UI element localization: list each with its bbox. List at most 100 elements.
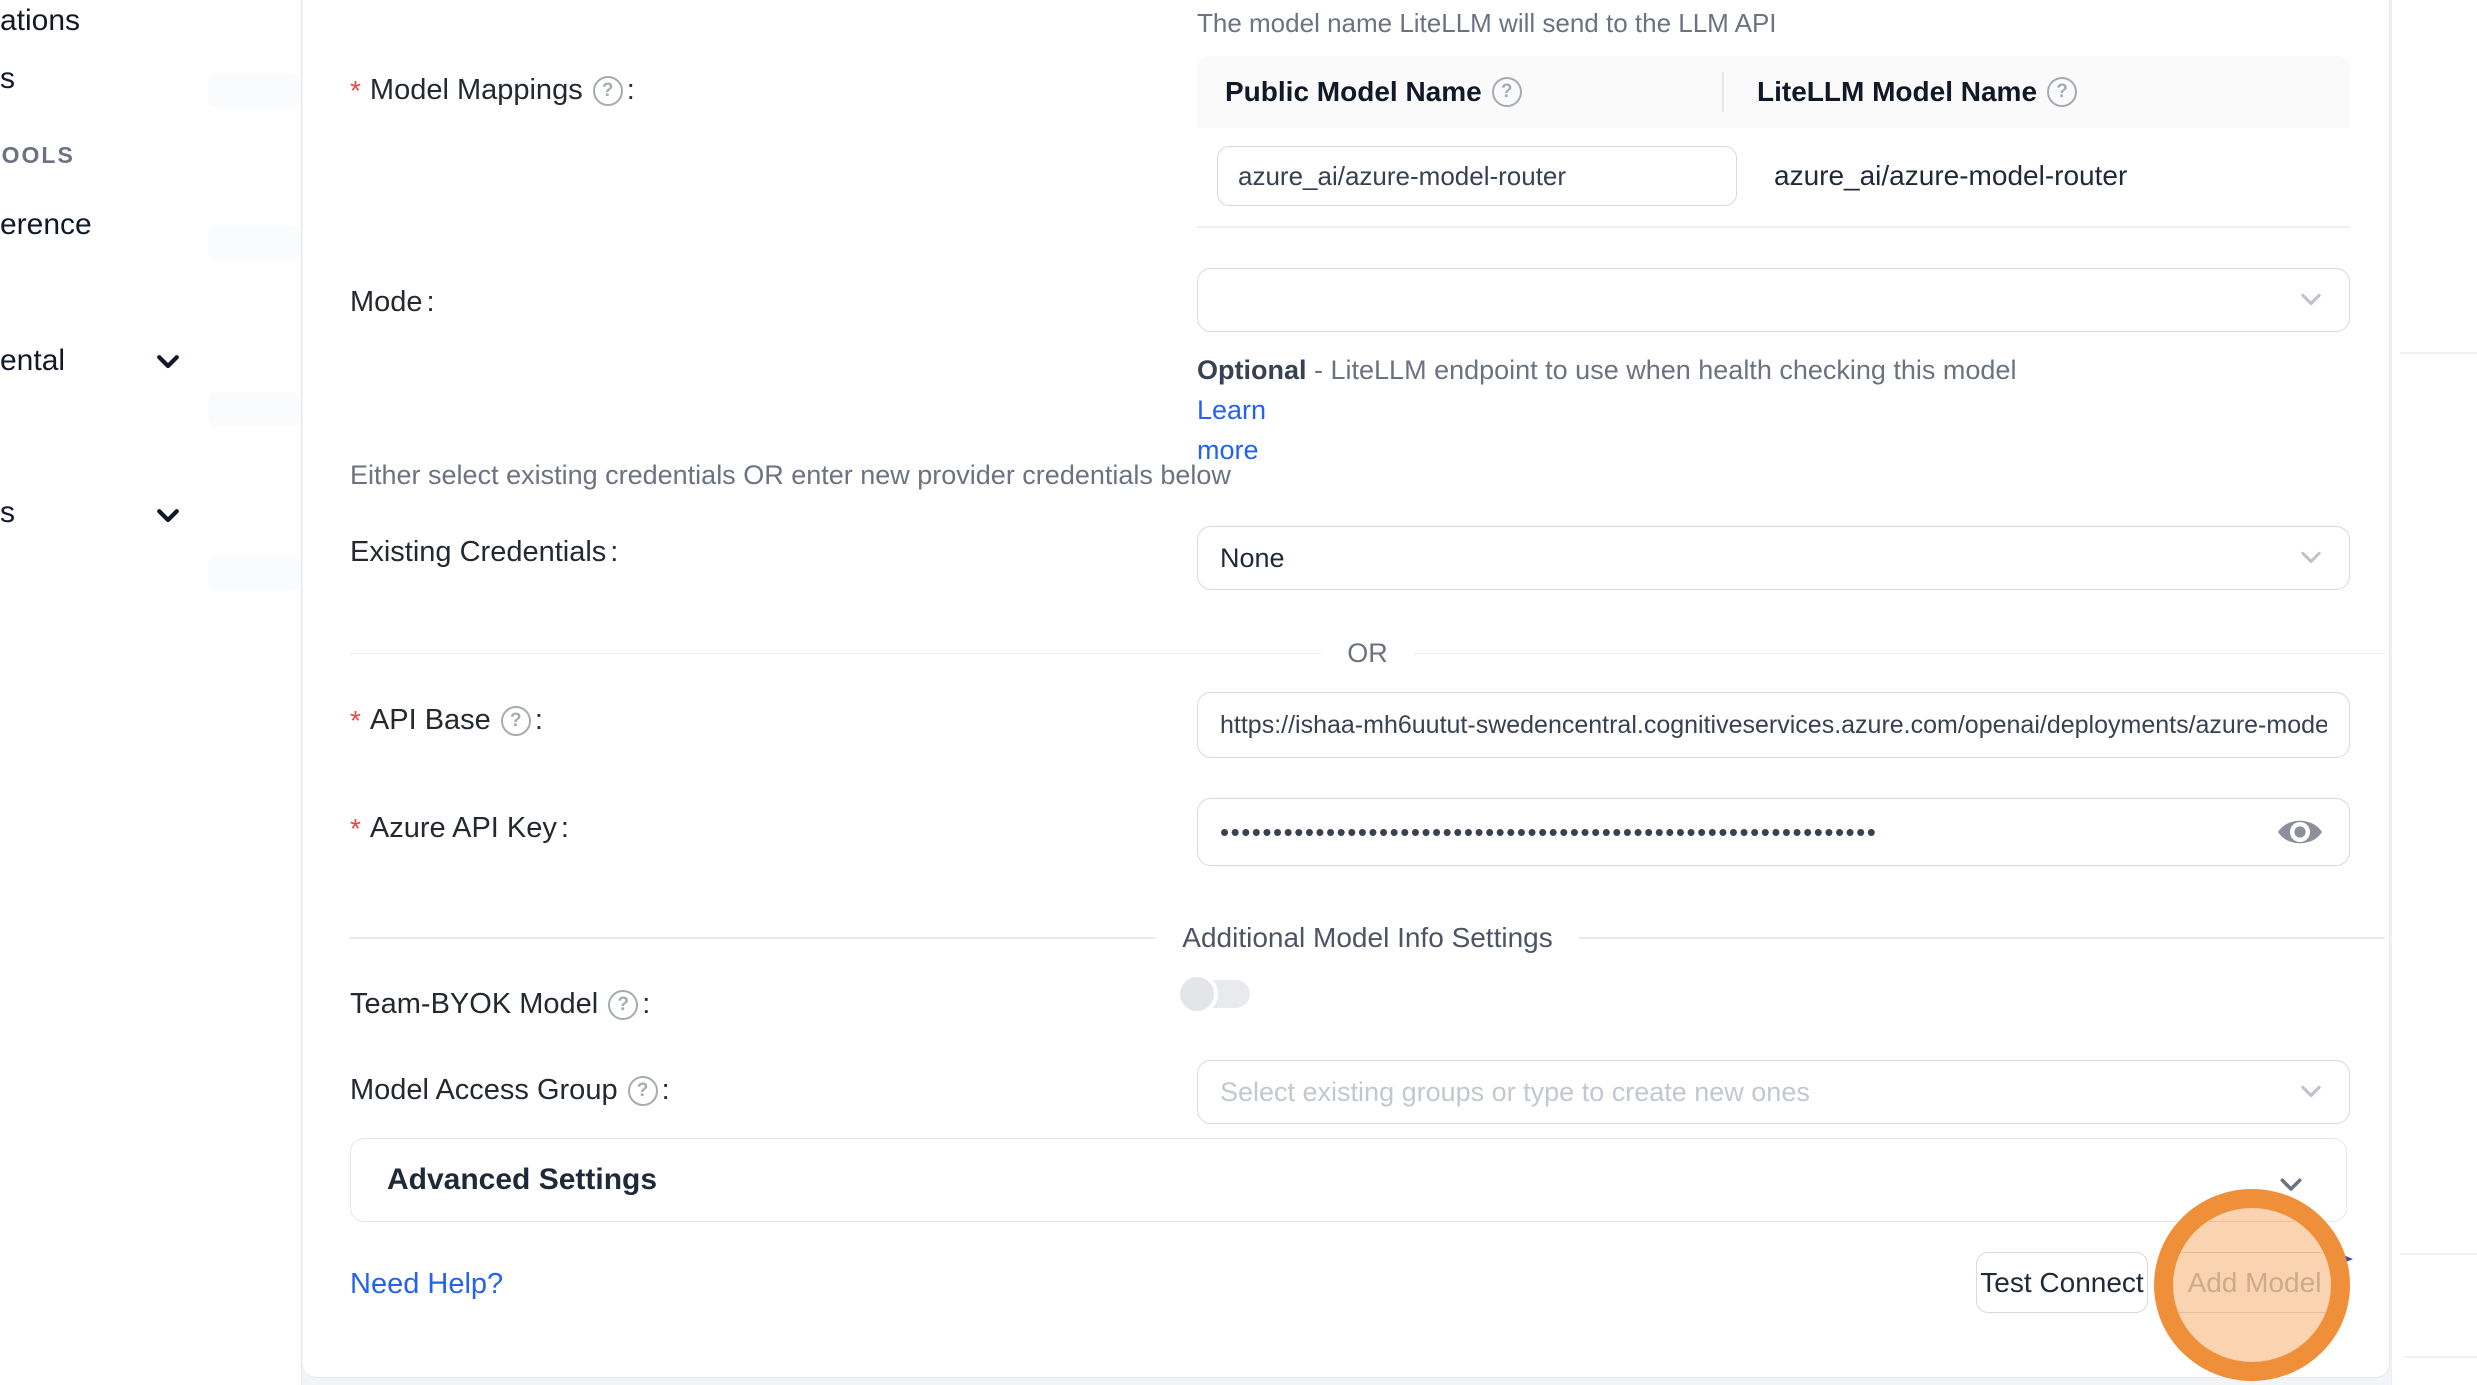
azure-api-key-label-text: Azure API Key xyxy=(370,812,557,845)
divider-line xyxy=(350,653,1321,655)
model-mappings-label: * Model Mappings ? : xyxy=(350,74,635,107)
help-glyph: ? xyxy=(2056,81,2068,103)
label-colon: : xyxy=(427,286,435,319)
sidebar-item-label: s xyxy=(0,496,15,529)
masked-api-key-value: ••••••••••••••••••••••••••••••••••••••••… xyxy=(1220,817,2200,848)
required-asterisk: * xyxy=(350,705,361,737)
or-divider-text: OR xyxy=(1321,638,1414,669)
litellm-model-name-value: azure_ai/azure-model-router xyxy=(1774,146,2127,206)
sidebar-item-keys[interactable]: s xyxy=(0,62,15,96)
team-byok-label: Team-BYOK Model ? : xyxy=(350,988,650,1021)
credentials-note: Either select existing credentials OR en… xyxy=(350,460,1231,491)
api-base-label: * API Base ? : xyxy=(350,704,543,737)
sidebar-item-label: s xyxy=(0,62,15,95)
label-colon: : xyxy=(627,74,635,107)
additional-info-divider: Additional Model Info Settings xyxy=(350,922,2385,954)
help-glyph: ? xyxy=(637,1080,649,1102)
label-colon: : xyxy=(642,988,650,1021)
existing-credentials-label: Existing Credentials : xyxy=(350,536,618,569)
required-asterisk: * xyxy=(350,75,361,107)
sidebar-item-organizations[interactable]: ations xyxy=(0,4,80,38)
divider-line xyxy=(1414,653,2385,655)
column-divider xyxy=(1722,72,1724,112)
chevron-down-icon[interactable] xyxy=(153,346,183,376)
divider-line xyxy=(1579,937,2385,939)
toggle-knob xyxy=(1180,977,1214,1011)
learn-more-link[interactable]: Learn xyxy=(1197,395,1266,425)
additional-info-divider-text: Additional Model Info Settings xyxy=(1156,922,1578,954)
help-icon[interactable]: ? xyxy=(593,76,623,106)
table-header-row: Public Model Name ? LiteLLM Model Name ? xyxy=(1197,56,2350,128)
sidebar: ations s TOOLS erence ental s xyxy=(0,0,302,1385)
label-colon: : xyxy=(535,704,543,737)
api-base-input[interactable] xyxy=(1220,711,2327,740)
existing-credentials-select[interactable]: None xyxy=(1197,526,2350,590)
click-highlight-circle xyxy=(2154,1189,2350,1381)
test-connect-button[interactable]: Test Connect xyxy=(1976,1252,2148,1313)
need-help-link[interactable]: Need Help? xyxy=(350,1268,503,1301)
api-base-input-wrap xyxy=(1197,692,2350,758)
table-header-public-model: Public Model Name ? xyxy=(1225,56,1522,128)
right-panel-edge xyxy=(2391,0,2477,1385)
mode-select[interactable] xyxy=(1197,268,2350,332)
advanced-settings-title: Advanced Settings xyxy=(387,1163,657,1197)
model-mappings-table: Public Model Name ? LiteLLM Model Name ?… xyxy=(1197,56,2350,228)
header-label: LiteLLM Model Name xyxy=(1757,76,2037,108)
azure-api-key-label: * Azure API Key : xyxy=(350,812,569,845)
eye-icon[interactable] xyxy=(2277,815,2323,849)
chevron-down-icon xyxy=(2297,544,2325,572)
existing-credentials-label-text: Existing Credentials xyxy=(350,536,606,569)
advanced-settings-panel[interactable]: Advanced Settings xyxy=(350,1138,2347,1222)
help-icon[interactable]: ? xyxy=(608,990,638,1020)
help-glyph: ? xyxy=(617,994,629,1016)
api-base-label-text: API Base xyxy=(370,704,491,737)
model-mappings-label-text: Model Mappings xyxy=(370,74,583,107)
azure-api-key-input[interactable]: ••••••••••••••••••••••••••••••••••••••••… xyxy=(1197,798,2350,866)
help-glyph: ? xyxy=(602,80,614,102)
header-label: Public Model Name xyxy=(1225,76,1482,108)
sidebar-item-settings[interactable]: s xyxy=(0,496,15,530)
model-access-group-select[interactable]: Select existing groups or type to create… xyxy=(1197,1060,2350,1124)
label-colon: : xyxy=(561,812,569,845)
sidebar-section-label: TOOLS xyxy=(0,142,75,168)
or-divider: OR xyxy=(350,638,2385,669)
help-glyph: ? xyxy=(510,710,522,732)
help-icon[interactable]: ? xyxy=(2047,77,2077,107)
sidebar-skeleton xyxy=(208,556,300,590)
help-icon[interactable]: ? xyxy=(501,706,531,736)
sidebar-item-label: ations xyxy=(0,4,80,37)
mode-label-text: Mode xyxy=(350,286,423,319)
sidebar-skeleton xyxy=(208,392,300,426)
sidebar-item-experimental[interactable]: ental xyxy=(0,344,65,378)
required-asterisk: * xyxy=(350,813,361,845)
help-icon[interactable]: ? xyxy=(628,1076,658,1106)
sidebar-skeleton xyxy=(208,74,300,108)
help-glyph: ? xyxy=(1501,81,1513,103)
public-model-name-input[interactable] xyxy=(1238,161,1716,192)
chevron-down-icon xyxy=(2297,1078,2325,1106)
model-name-hint: The model name LiteLLM will send to the … xyxy=(1197,8,1777,39)
help-icon[interactable]: ? xyxy=(1492,77,1522,107)
mode-help-body: - LiteLLM endpoint to use when health ch… xyxy=(1314,355,2016,385)
mode-help-bold: Optional xyxy=(1197,355,1307,385)
sidebar-item-label: ental xyxy=(0,344,65,377)
divider-line xyxy=(350,937,1156,939)
table-header-litellm-model: LiteLLM Model Name ? xyxy=(1757,56,2077,128)
team-byok-label-text: Team-BYOK Model xyxy=(350,988,598,1021)
mode-help-text: Optional - LiteLLM endpoint to use when … xyxy=(1197,350,2037,470)
sidebar-item-api-reference[interactable]: erence xyxy=(0,208,92,242)
model-access-group-label-text: Model Access Group xyxy=(350,1074,618,1107)
sidebar-item-label: erence xyxy=(0,208,92,241)
test-connect-label: Test Connect xyxy=(1980,1267,2143,1299)
team-byok-toggle[interactable] xyxy=(1180,976,1250,1012)
existing-credentials-value: None xyxy=(1220,543,1285,574)
add-model-page: ations s TOOLS erence ental s The model … xyxy=(0,0,2477,1385)
model-access-group-placeholder: Select existing groups or type to create… xyxy=(1220,1077,1810,1108)
chevron-down-icon xyxy=(2297,286,2325,314)
model-access-group-label: Model Access Group ? : xyxy=(350,1074,670,1107)
sidebar-skeleton xyxy=(208,226,300,260)
mode-label: Mode : xyxy=(350,286,435,319)
chevron-down-icon[interactable] xyxy=(153,500,183,530)
learn-more-line1: Learn xyxy=(1197,395,1266,425)
public-model-name-input-wrap xyxy=(1217,146,1737,206)
